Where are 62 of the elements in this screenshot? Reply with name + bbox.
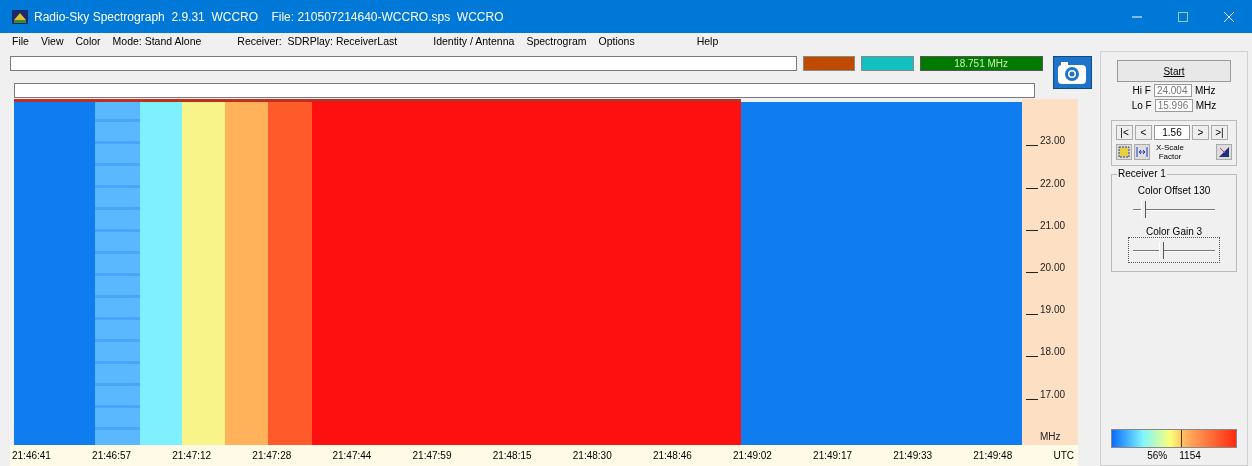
axis-unit: MHz — [1040, 431, 1061, 442]
last-button[interactable]: >| — [1211, 125, 1228, 140]
menu-item[interactable]: File — [12, 35, 29, 47]
first-button[interactable]: |< — [1116, 125, 1133, 140]
axis-label: 21:46:41 — [12, 450, 51, 461]
axis-label: 21:49:33 — [893, 450, 933, 461]
input-field[interactable] — [14, 83, 1035, 98]
menu-item[interactable]: View — [40, 35, 64, 47]
menu-item[interactable]: Options — [598, 35, 635, 47]
percent-label: 56% — [1147, 450, 1168, 461]
maximize-icon[interactable] — [1178, 11, 1188, 22]
axis-label: 18.00 — [1040, 346, 1066, 358]
grid-icon[interactable] — [1116, 144, 1132, 160]
axis-label: 21:49:48 — [973, 450, 1013, 461]
close-icon[interactable] — [1224, 11, 1234, 22]
slider[interactable] — [1128, 237, 1220, 263]
next-button[interactable]: > — [1192, 125, 1209, 140]
chart-icon[interactable] — [1216, 144, 1232, 160]
axis-label: 21:47:59 — [412, 450, 452, 461]
menu-item[interactable]: Spectrogram — [526, 35, 587, 47]
input-field[interactable]: 24.004 — [1153, 84, 1192, 97]
axis-label: 21:48:46 — [652, 450, 692, 461]
axis-unit: UTC — [1053, 450, 1074, 461]
axis-label: 21:47:44 — [332, 450, 372, 461]
slider-label: Color Offset 130 — [1137, 185, 1211, 196]
unit-label: MHz — [1194, 85, 1216, 96]
previous-button[interactable]: < — [1135, 125, 1152, 140]
axis-label: 21:49:02 — [733, 450, 772, 461]
app-logo-icon — [12, 9, 28, 24]
frequency-display: 18.751 MHz — [919, 56, 1043, 71]
group-title: Receiver 1 — [1117, 168, 1167, 179]
unit-label: MHz — [1195, 100, 1217, 111]
scale-label: X-Scale Factor — [1155, 143, 1185, 161]
axis-label: 23.00 — [1040, 135, 1066, 147]
field-label: Hi F — [1132, 85, 1151, 96]
fit-width-icon[interactable] — [1134, 144, 1150, 160]
camera-button[interactable] — [1052, 56, 1092, 89]
start-button[interactable]: Start — [1117, 60, 1231, 82]
window-title: Radio-Sky Spectrograph 2.9.31 WCCRO File: 210507214640-WCCRO.sps WCCRO — [34, 9, 505, 24]
field-label: Lo F — [1131, 100, 1152, 111]
value-label: 1154 — [1179, 450, 1201, 461]
axis-label: 21:48:30 — [572, 450, 612, 461]
input-field[interactable]: 1.56 — [1154, 125, 1190, 140]
axis-label: 21.00 — [1040, 219, 1066, 231]
slider-label: Color Gain 3 — [1145, 226, 1203, 237]
input-field[interactable] — [10, 56, 798, 71]
menu-item[interactable]: Identity / Antenna — [433, 35, 515, 47]
minimize-icon[interactable] — [1132, 15, 1142, 18]
input-field[interactable]: 15.996 — [1154, 99, 1193, 112]
menu-item[interactable]: Help — [696, 35, 719, 47]
axis-label: 20.00 — [1040, 262, 1066, 273]
status-label: Receiver: SDRPlay: ReceiverLast — [237, 35, 398, 47]
axis-label: 21:47:28 — [252, 450, 292, 461]
axis-label: 22.00 — [1040, 177, 1066, 189]
axis-label: 21:48:15 — [492, 450, 532, 461]
axis-label: 19.00 — [1040, 304, 1066, 316]
axis-label: 17.00 — [1040, 388, 1066, 400]
axis-label: 21:47:12 — [172, 450, 212, 461]
status-label: Mode: Stand Alone — [112, 35, 202, 47]
axis-label: 21:46:57 — [92, 450, 132, 461]
menu-item[interactable]: Color — [75, 35, 101, 47]
axis-label: 21:49:17 — [813, 450, 853, 461]
